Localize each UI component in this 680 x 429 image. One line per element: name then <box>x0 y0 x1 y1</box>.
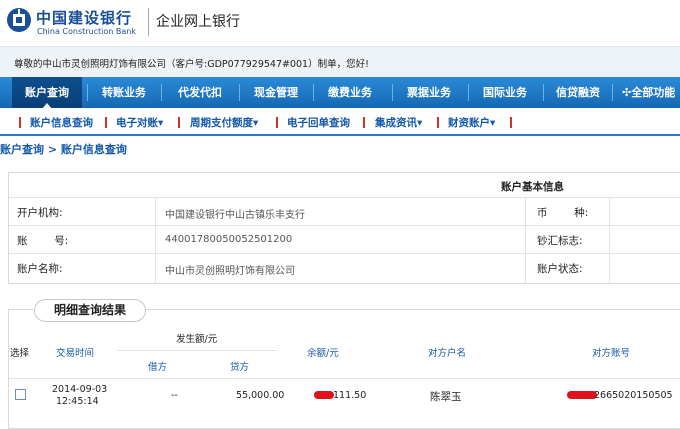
subnav-e-receipt[interactable]: 电子回单查询 <box>287 115 350 130</box>
nav-credit[interactable]: 信贷融资 <box>548 77 608 108</box>
row-date: 2014-09-03 <box>52 384 108 395</box>
row-divider <box>9 253 680 254</box>
row-credit: 55,000.00 <box>236 390 285 401</box>
subnav-divider <box>19 117 21 128</box>
nav-divider <box>543 84 544 101</box>
dropdown-arrow-icon: ▾ <box>253 117 259 129</box>
col-header-credit: 贷方 <box>230 362 250 373</box>
product-name: 企业网上银行 <box>156 14 240 30</box>
col-divider <box>155 197 156 283</box>
nav-divider <box>87 84 88 101</box>
breadcrumb-current: 账户信息查询 <box>60 143 127 156</box>
bank-name-en: China Construction Bank <box>37 27 136 36</box>
col-header-balance: 余额/元 <box>307 348 339 359</box>
nav-all-functions-label: 全部功能 <box>631 86 676 99</box>
header: 中国建设银行 China Construction Bank 企业网上银行 <box>0 0 680 46</box>
welcome-bar: 尊敬的中山市灵创照明灯饰有限公司（客户号:GDP077929547#001）制单… <box>0 46 680 77</box>
dropdown-arrow-icon: ▾ <box>490 117 496 129</box>
redaction-mark <box>314 391 334 399</box>
bank-label: 开户机构: <box>17 207 63 219</box>
nav-notes[interactable]: 票据业务 <box>397 77 461 108</box>
col-header-debit: 借方 <box>148 362 168 373</box>
subnav-account-info[interactable]: 账户信息查询 <box>30 115 93 130</box>
col-header-time: 交易时间 <box>56 348 95 359</box>
nav-payroll[interactable]: 代发代扣 <box>166 77 234 108</box>
row-divider <box>9 378 680 379</box>
row-divider <box>9 197 680 198</box>
detail-results-title: 明细查询结果 <box>34 299 146 322</box>
redaction-mark <box>567 391 597 399</box>
nav-divider <box>313 84 314 101</box>
row-select-checkbox[interactable] <box>15 389 26 400</box>
col-divider <box>609 197 610 283</box>
account-number-label: 账 号: <box>17 235 69 247</box>
subnav-integrated-info[interactable]: 集成资讯▾ <box>375 115 422 130</box>
subnav-treasury-account[interactable]: 财资账户▾ <box>448 115 495 130</box>
subnav-divider <box>437 117 439 128</box>
subnav-periodic-limit-label: 周期支付额度 <box>190 117 253 129</box>
subnav-divider <box>363 117 365 128</box>
welcome-text: 尊敬的中山市灵创照明灯饰有限公司（客户号:GDP077929547#001）制单… <box>14 59 369 70</box>
subnav-periodic-limit[interactable]: 周期支付额度▾ <box>190 115 258 130</box>
breadcrumb: 账户查询 > 账户信息查询 <box>0 141 127 157</box>
all-functions-icon: ✣ <box>622 86 632 99</box>
row-divider <box>9 225 680 226</box>
dropdown-arrow-icon: ▾ <box>417 117 423 129</box>
account-info-table: 账户基本信息 开户机构: 中国建设银行中山古镇乐丰支行 币 种: 账 号: 44… <box>8 172 680 284</box>
nav-all-functions[interactable]: ✣全部功能 <box>622 77 680 108</box>
row-debit: -- <box>171 390 178 401</box>
subnav-divider <box>178 117 180 128</box>
cash-flag-label: 钞汇标志: <box>537 235 583 247</box>
subnav-divider <box>276 117 278 128</box>
breadcrumb-root[interactable]: 账户查询 <box>0 143 44 156</box>
nav-divider <box>392 84 393 101</box>
dropdown-arrow-icon: ▾ <box>158 117 164 129</box>
nav-bill-payment[interactable]: 缴费业务 <box>318 77 382 108</box>
nav-divider <box>468 84 469 101</box>
bank-name: 中国建设银行 <box>36 9 133 27</box>
account-info-title: 账户基本信息 <box>501 181 564 193</box>
nav-transfer[interactable]: 转账业务 <box>92 77 156 108</box>
row-counterparty-name: 陈翠玉 <box>430 391 462 403</box>
main-nav: 账户查询 转账业务 代发代扣 现金管理 缴费业务 票据业务 国际业务 信贷融资 … <box>0 77 680 109</box>
detail-results-panel <box>8 309 680 429</box>
nav-divider <box>239 84 240 101</box>
nav-account-query[interactable]: 账户查询 <box>12 77 82 109</box>
subnav-treasury-account-label: 财资账户 <box>448 117 490 129</box>
subnav-e-statement[interactable]: 电子对账▾ <box>116 115 163 130</box>
col-header-counterparty-account: 对方账号 <box>592 348 631 359</box>
col-header-counterparty-name: 对方户名 <box>428 348 467 359</box>
row-balance: 111.50 <box>333 390 367 401</box>
nav-cash-management[interactable]: 现金管理 <box>244 77 308 108</box>
subnav-divider <box>105 117 107 128</box>
col-header-amount: 发生额/元 <box>176 334 218 345</box>
subnav-divider <box>510 117 512 128</box>
row-counterparty-account: 2665020150505 <box>594 390 673 401</box>
sub-nav: 账户信息查询 电子对账▾ 周期支付额度▾ 电子回单查询 集成资讯▾ 财资账户▾ <box>0 108 680 136</box>
currency-label: 币 种: <box>537 207 589 219</box>
account-name-label: 账户名称: <box>17 263 63 275</box>
col-divider <box>525 197 526 283</box>
breadcrumb-separator: > <box>47 143 58 156</box>
subnav-e-statement-label: 电子对账 <box>116 117 158 129</box>
nav-divider <box>161 84 162 101</box>
ccb-logo-icon <box>7 8 31 32</box>
nav-international[interactable]: 国际业务 <box>473 77 537 108</box>
group-divider <box>117 350 277 351</box>
nav-divider <box>612 84 613 101</box>
account-number-value: 44001780050052501200 <box>165 234 293 245</box>
bank-value: 中国建设银行中山古镇乐丰支行 <box>165 210 305 221</box>
account-status-label: 账户状态: <box>537 263 583 275</box>
logo-divider <box>148 8 149 36</box>
row-time: 12:45:14 <box>56 396 99 407</box>
subnav-integrated-info-label: 集成资讯 <box>375 117 417 129</box>
col-header-select: 选择 <box>10 348 30 359</box>
account-name-value: 中山市灵创照明灯饰有限公司 <box>165 266 295 277</box>
